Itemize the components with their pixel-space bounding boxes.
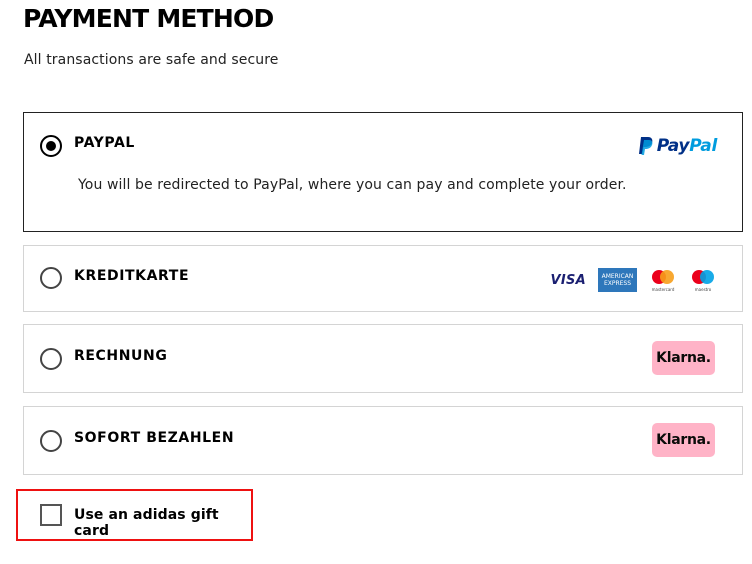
paypal-logo-text-pay: Pay xyxy=(656,136,690,156)
radio-paypal[interactable] xyxy=(40,135,62,157)
radio-sofort[interactable] xyxy=(40,430,62,452)
klarna-logo: Klarna. xyxy=(652,341,715,375)
payment-option-kreditkarte[interactable]: KREDITKARTE VISA AMERICAN EXPRESS master… xyxy=(23,245,743,312)
payment-option-paypal[interactable]: PAYPAL PayPal You will be redirected to … xyxy=(23,112,743,232)
payment-option-label: KREDITKARTE xyxy=(74,268,190,284)
paypal-logo-text-pal: Pal xyxy=(689,136,717,156)
payment-option-label: PAYPAL xyxy=(74,135,135,151)
amex-icon: AMERICAN EXPRESS xyxy=(598,268,637,292)
radio-rechnung[interactable] xyxy=(40,348,62,370)
paypal-p-icon xyxy=(638,137,653,155)
gift-card-label[interactable]: Use an adidas gift card xyxy=(74,507,251,539)
amex-line-2: EXPRESS xyxy=(603,280,632,287)
radio-kreditkarte[interactable] xyxy=(40,267,62,289)
klarna-logo: Klarna. xyxy=(652,423,715,457)
card-logos: VISA AMERICAN EXPRESS mastercard maestro xyxy=(550,268,717,292)
gift-card-checkbox[interactable] xyxy=(40,504,62,526)
page-subtitle: All transactions are safe and secure xyxy=(24,52,279,68)
paypal-description: You will be redirected to PayPal, where … xyxy=(78,177,627,193)
payment-option-rechnung[interactable]: RECHNUNG Klarna. xyxy=(23,324,743,393)
visa-icon: VISA xyxy=(550,272,586,288)
mastercard-icon: mastercard xyxy=(649,268,677,292)
payment-option-label: RECHNUNG xyxy=(74,348,168,364)
gift-card-option: Use an adidas gift card xyxy=(16,489,253,541)
paypal-logo: PayPal xyxy=(638,134,717,158)
payment-option-sofort[interactable]: SOFORT BEZAHLEN Klarna. xyxy=(23,406,743,475)
page-title: PAYMENT METHOD xyxy=(23,4,274,33)
maestro-caption: maestro xyxy=(694,287,712,292)
mastercard-caption: mastercard xyxy=(651,287,675,292)
maestro-icon: maestro xyxy=(689,268,717,292)
payment-option-label: SOFORT BEZAHLEN xyxy=(74,430,235,446)
amex-line-1: AMERICAN xyxy=(601,273,634,280)
